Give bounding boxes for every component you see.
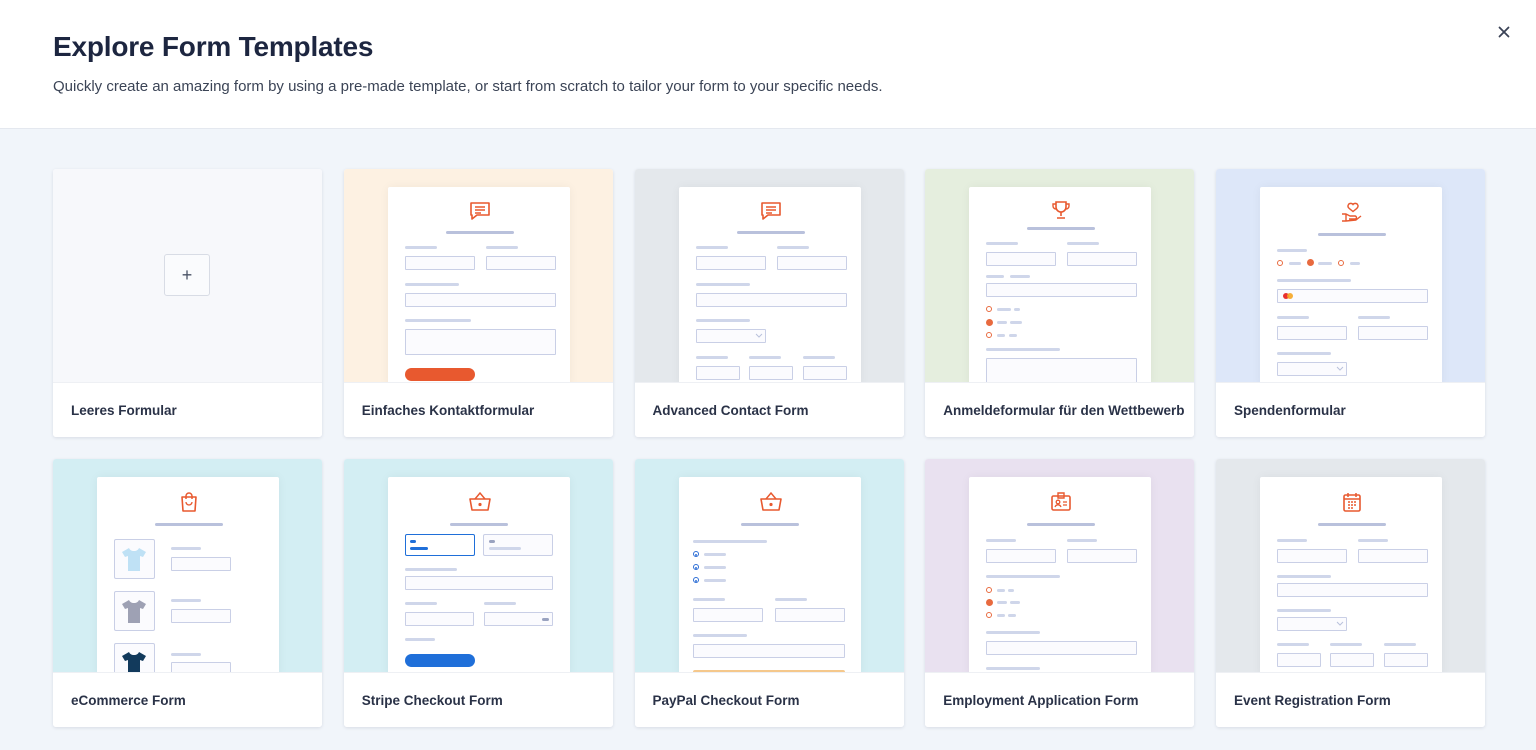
basket-icon: [468, 491, 491, 511]
template-card-event-registration[interactable]: Event Registration Form: [1216, 459, 1485, 727]
template-grid: + Leeres Formular Einfaches Kontaktformu…: [53, 169, 1485, 727]
template-card-stripe-checkout[interactable]: Stripe Checkout Form: [343, 459, 613, 727]
tshirt-light-blue-icon: [122, 548, 146, 571]
template-preview: [53, 459, 322, 672]
tshirt-gray-icon: [122, 600, 146, 623]
form-preview-paper: [969, 187, 1152, 382]
template-card-advanced-contact[interactable]: Advanced Contact Form: [634, 169, 904, 437]
template-label: eCommerce Form: [71, 693, 186, 708]
chevron-down-icon: [755, 333, 762, 338]
chevron-down-icon: [1336, 366, 1344, 371]
donation-heart-icon: [1342, 202, 1362, 222]
template-card-blank[interactable]: + Leeres Formular: [53, 169, 322, 437]
template-preview: [634, 459, 904, 672]
close-icon[interactable]: [1494, 22, 1514, 42]
template-card-contest-registration[interactable]: Anmeldeformular für den Wettbewerb: [925, 169, 1195, 437]
form-preview-paper: [969, 477, 1152, 672]
template-card-employment-application[interactable]: Employment Application Form: [925, 459, 1195, 727]
message-icon: [760, 202, 781, 220]
template-preview: [343, 459, 613, 672]
template-preview: [925, 459, 1195, 672]
template-label: Advanced Contact Form: [652, 403, 809, 418]
template-preview: [343, 169, 613, 382]
message-icon: [469, 202, 490, 220]
chevron-down-icon: [1336, 621, 1344, 626]
form-preview-paper: [1260, 187, 1442, 382]
template-label: Anmeldeformular für den Wettbewerb: [943, 403, 1185, 418]
calendar-icon: [1343, 493, 1361, 512]
template-label: Leeres Formular: [71, 403, 177, 418]
template-preview: [925, 169, 1195, 382]
page-subtitle: Quickly create an amazing form by using …: [53, 78, 883, 95]
form-preview-paper: [387, 187, 570, 382]
form-preview-paper: [678, 477, 861, 672]
template-preview: +: [53, 169, 322, 382]
form-preview-paper: [678, 187, 861, 382]
template-label: Spendenformular: [1234, 403, 1346, 418]
mastercard-icon: [1283, 293, 1293, 299]
page-title: Explore Form Templates: [53, 31, 374, 62]
shopping-bag-icon: [181, 492, 197, 512]
template-card-paypal-checkout[interactable]: PayPal Checkout Form: [634, 459, 904, 727]
template-card-simple-contact[interactable]: Einfaches Kontaktformular: [343, 169, 613, 437]
trophy-icon: [1052, 201, 1070, 219]
template-card-ecommerce[interactable]: eCommerce Form: [53, 459, 322, 727]
template-label: PayPal Checkout Form: [652, 693, 800, 708]
template-card-donation[interactable]: Spendenformular: [1216, 169, 1485, 437]
template-label: Stripe Checkout Form: [361, 693, 503, 708]
template-preview: [1216, 459, 1485, 672]
plus-icon[interactable]: +: [164, 254, 210, 296]
tshirt-navy-icon: [122, 652, 146, 672]
template-preview: [1216, 169, 1485, 382]
template-preview: [634, 169, 904, 382]
template-label: Einfaches Kontaktformular: [361, 403, 535, 418]
form-preview-paper: [387, 477, 570, 672]
id-badge-icon: [1051, 492, 1072, 511]
template-label: Event Registration Form: [1234, 693, 1391, 708]
template-label: Employment Application Form: [943, 693, 1139, 708]
basket-icon: [759, 491, 782, 511]
form-preview-paper: [1260, 477, 1442, 672]
modal-header: Explore Form Templates Quickly create an…: [0, 0, 1536, 129]
form-preview-paper: [97, 477, 279, 672]
